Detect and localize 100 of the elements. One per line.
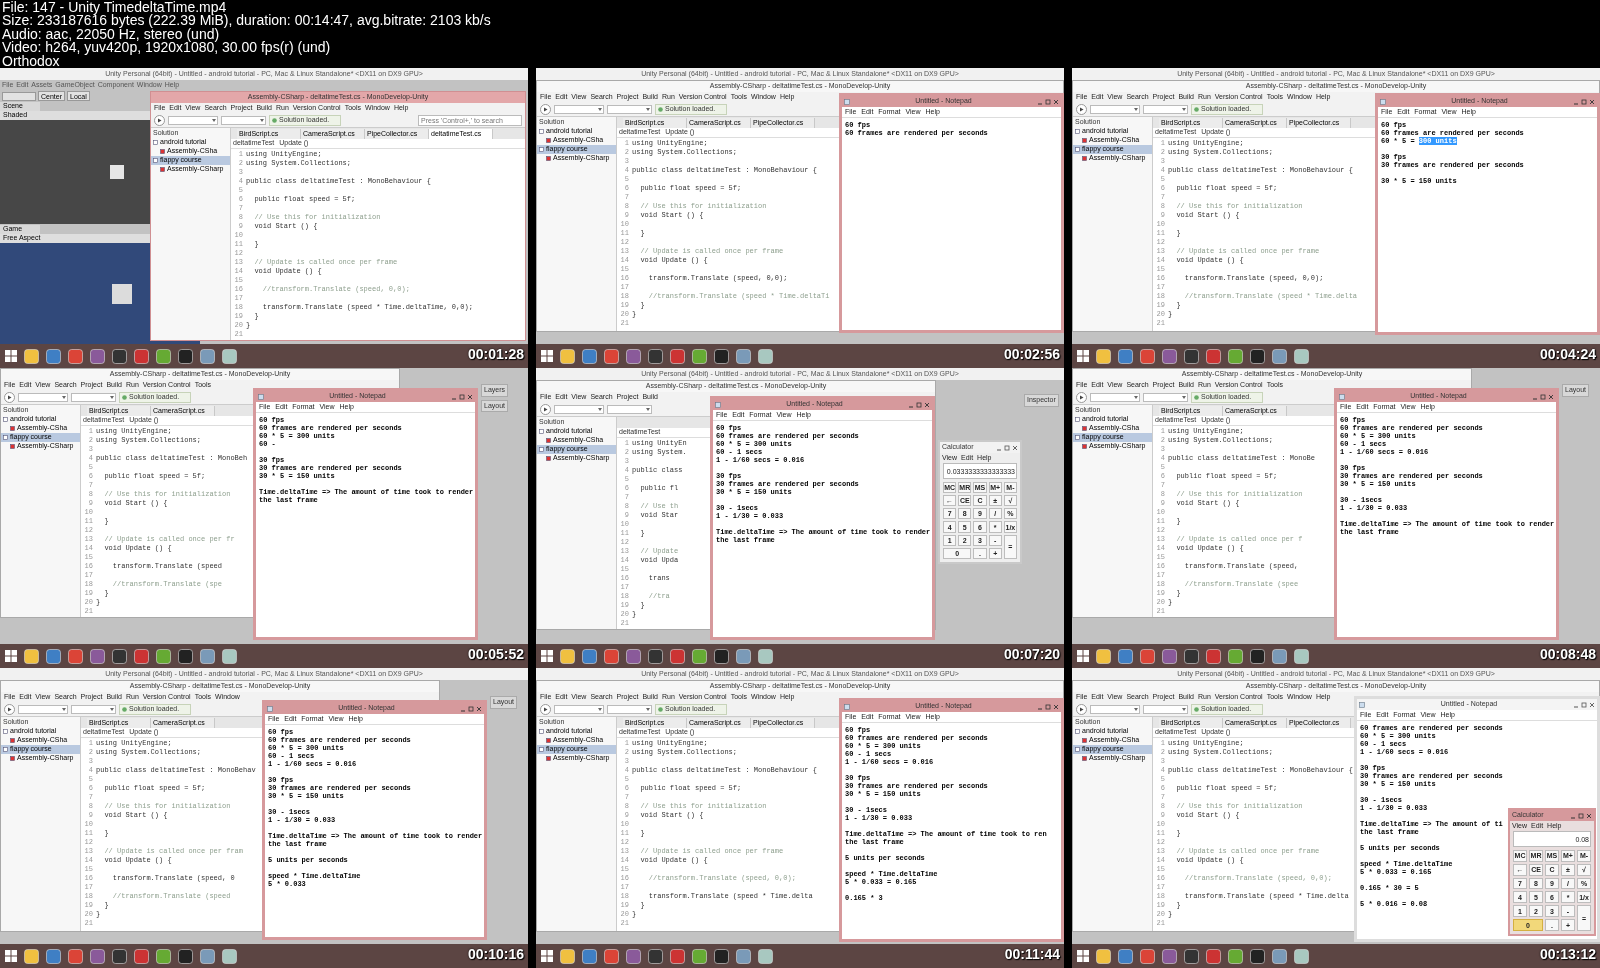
taskbar-app-icon[interactable] <box>604 648 619 664</box>
taskbar-app-icon[interactable] <box>24 648 39 664</box>
taskbar-app-icon[interactable] <box>178 348 193 364</box>
window-controls-icon[interactable] <box>1532 393 1554 400</box>
taskbar-app-icon[interactable] <box>1096 948 1111 964</box>
taskbar-app-icon[interactable] <box>1250 948 1265 964</box>
taskbar-app-icon[interactable] <box>582 648 597 664</box>
taskbar-app-icon[interactable] <box>714 948 729 964</box>
taskbar-app-icon[interactable] <box>134 348 149 364</box>
taskbar-app-icon[interactable] <box>714 648 729 664</box>
taskbar-app-icon[interactable] <box>626 948 641 964</box>
taskbar-app-icon[interactable] <box>46 948 61 964</box>
run-button[interactable] <box>1076 103 1087 115</box>
windows-logo-icon[interactable] <box>5 350 17 362</box>
taskbar-app-icon[interactable] <box>758 348 773 364</box>
window-controls-icon[interactable] <box>1570 812 1592 819</box>
taskbar-app-icon[interactable] <box>1184 948 1199 964</box>
windows-logo-icon[interactable] <box>541 650 553 662</box>
window-controls-icon[interactable] <box>996 444 1018 451</box>
taskbar-app-icon[interactable] <box>46 348 61 364</box>
taskbar-app-icon[interactable] <box>670 348 685 364</box>
taskbar-app-icon[interactable] <box>178 648 193 664</box>
run-button[interactable] <box>1076 391 1087 403</box>
taskbar-app-icon[interactable] <box>68 648 83 664</box>
taskbar-app-icon[interactable] <box>670 648 685 664</box>
taskbar-app-icon[interactable] <box>1294 648 1309 664</box>
taskbar-app-icon[interactable] <box>736 948 751 964</box>
taskbar-app-icon[interactable] <box>68 948 83 964</box>
taskbar-app-icon[interactable] <box>626 648 641 664</box>
run-button[interactable] <box>540 703 551 715</box>
taskbar-app-icon[interactable] <box>582 348 597 364</box>
taskbar-app-icon[interactable] <box>156 648 171 664</box>
windows-logo-icon[interactable] <box>1077 950 1089 962</box>
taskbar-app-icon[interactable] <box>1140 948 1155 964</box>
taskbar-app-icon[interactable] <box>1272 648 1287 664</box>
taskbar-app-icon[interactable] <box>1118 348 1133 364</box>
taskbar-app-icon[interactable] <box>134 648 149 664</box>
taskbar-app-icon[interactable] <box>604 348 619 364</box>
taskbar-app-icon[interactable] <box>200 948 215 964</box>
taskbar-app-icon[interactable] <box>1162 948 1177 964</box>
taskbar-app-icon[interactable] <box>626 348 641 364</box>
window-controls-icon[interactable] <box>1037 98 1059 105</box>
window-controls-icon[interactable] <box>451 393 473 400</box>
windows-logo-icon[interactable] <box>5 950 17 962</box>
taskbar-app-icon[interactable] <box>1118 648 1133 664</box>
taskbar-app-icon[interactable] <box>112 948 127 964</box>
taskbar-app-icon[interactable] <box>736 648 751 664</box>
taskbar-app-icon[interactable] <box>112 648 127 664</box>
taskbar-app-icon[interactable] <box>222 648 237 664</box>
taskbar-app-icon[interactable] <box>648 348 663 364</box>
taskbar-app-icon[interactable] <box>1096 348 1111 364</box>
window-controls-icon[interactable] <box>1037 703 1059 710</box>
taskbar-app-icon[interactable] <box>1140 348 1155 364</box>
taskbar-app-icon[interactable] <box>24 348 39 364</box>
run-button[interactable] <box>4 703 15 715</box>
taskbar-app-icon[interactable] <box>1228 348 1243 364</box>
windows-logo-icon[interactable] <box>541 950 553 962</box>
taskbar-app-icon[interactable] <box>1096 648 1111 664</box>
taskbar-app-icon[interactable] <box>560 948 575 964</box>
taskbar-app-icon[interactable] <box>156 348 171 364</box>
window-controls-icon[interactable] <box>1573 98 1595 105</box>
windows-logo-icon[interactable] <box>5 650 17 662</box>
taskbar-app-icon[interactable] <box>90 948 105 964</box>
taskbar-app-icon[interactable] <box>222 948 237 964</box>
taskbar-app-icon[interactable] <box>736 348 751 364</box>
taskbar-app-icon[interactable] <box>560 348 575 364</box>
window-controls-icon[interactable] <box>1573 701 1595 708</box>
taskbar-app-icon[interactable] <box>670 948 685 964</box>
taskbar-app-icon[interactable] <box>692 948 707 964</box>
windows-logo-icon[interactable] <box>1077 350 1089 362</box>
taskbar-app-icon[interactable] <box>1184 648 1199 664</box>
taskbar-app-icon[interactable] <box>1294 348 1309 364</box>
taskbar-app-icon[interactable] <box>560 648 575 664</box>
taskbar-app-icon[interactable] <box>692 648 707 664</box>
taskbar-app-icon[interactable] <box>222 348 237 364</box>
run-button[interactable] <box>154 114 165 126</box>
taskbar-app-icon[interactable] <box>24 948 39 964</box>
run-button[interactable] <box>4 391 15 403</box>
taskbar-app-icon[interactable] <box>1162 348 1177 364</box>
taskbar-app-icon[interactable] <box>46 648 61 664</box>
taskbar-app-icon[interactable] <box>1206 348 1221 364</box>
transform-tools-icon[interactable] <box>2 91 36 101</box>
windows-logo-icon[interactable] <box>1077 650 1089 662</box>
run-button[interactable] <box>540 403 551 415</box>
windows-logo-icon[interactable] <box>541 350 553 362</box>
taskbar-app-icon[interactable] <box>1294 948 1309 964</box>
taskbar-app-icon[interactable] <box>1250 348 1265 364</box>
taskbar-app-icon[interactable] <box>200 648 215 664</box>
taskbar-app-icon[interactable] <box>1272 948 1287 964</box>
taskbar-app-icon[interactable] <box>1118 948 1133 964</box>
window-controls-icon[interactable] <box>908 401 930 408</box>
taskbar-app-icon[interactable] <box>1140 648 1155 664</box>
taskbar-app-icon[interactable] <box>604 948 619 964</box>
taskbar-app-icon[interactable] <box>1250 648 1265 664</box>
taskbar-app-icon[interactable] <box>1162 648 1177 664</box>
taskbar-app-icon[interactable] <box>1184 348 1199 364</box>
taskbar-app-icon[interactable] <box>648 648 663 664</box>
taskbar-app-icon[interactable] <box>1272 348 1287 364</box>
taskbar-app-icon[interactable] <box>758 648 773 664</box>
taskbar-app-icon[interactable] <box>134 948 149 964</box>
